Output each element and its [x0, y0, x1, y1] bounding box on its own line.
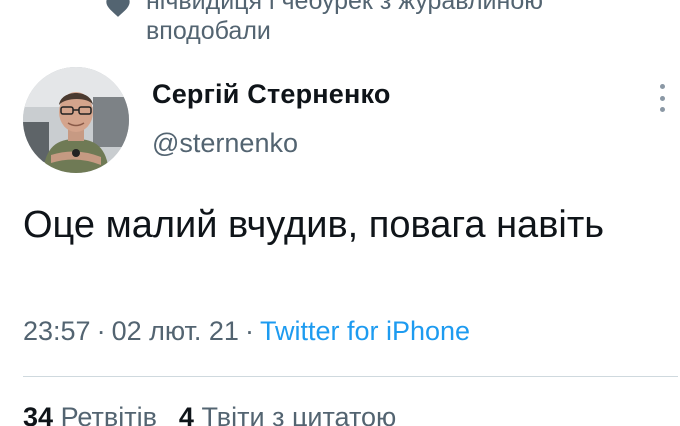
avatar-image	[23, 67, 129, 173]
more-options-button[interactable]	[650, 82, 674, 114]
social-context[interactable]: нічвидиця і чебурек з журавлиною вподоба…	[104, 0, 606, 46]
author-handle[interactable]: @sternenko	[152, 128, 298, 159]
quotes-stat[interactable]: 4 Твіти з цитатою	[179, 402, 396, 426]
meta-separator: ·	[96, 316, 106, 346]
retweets-label: Ретвітів	[60, 402, 157, 426]
divider	[23, 376, 678, 377]
tweet-text: Оце малий вчудив, повага навіть	[23, 204, 605, 246]
retweets-stat[interactable]: 34 Ретвітів	[23, 402, 157, 426]
tweet-stats: 34 Ретвітів 4 Твіти з цитатою	[23, 402, 396, 426]
tweet-date[interactable]: 02 лют. 21	[112, 316, 239, 346]
retweets-count: 34	[23, 402, 54, 426]
more-dot-icon	[659, 107, 665, 112]
more-dot-icon	[659, 84, 665, 89]
tweet-source-link[interactable]: Twitter for iPhone	[260, 316, 470, 346]
avatar[interactable]	[23, 67, 129, 173]
quotes-label: Твіти з цитатою	[201, 402, 397, 426]
heart-icon	[106, 0, 130, 17]
tweet-page: нічвидиця і чебурек з журавлиною вподоба…	[0, 0, 680, 426]
meta-separator: ·	[244, 316, 254, 346]
author-name[interactable]: Сергій Стерненко	[152, 79, 391, 110]
tweet-meta: 23:57 · 02 лют. 21 · Twitter for iPhone	[23, 316, 470, 347]
social-context-text: нічвидиця і чебурек з журавлиною вподоба…	[146, 0, 543, 45]
tweet-time[interactable]: 23:57	[23, 316, 91, 346]
quotes-count: 4	[178, 402, 194, 426]
more-dot-icon	[659, 95, 665, 101]
